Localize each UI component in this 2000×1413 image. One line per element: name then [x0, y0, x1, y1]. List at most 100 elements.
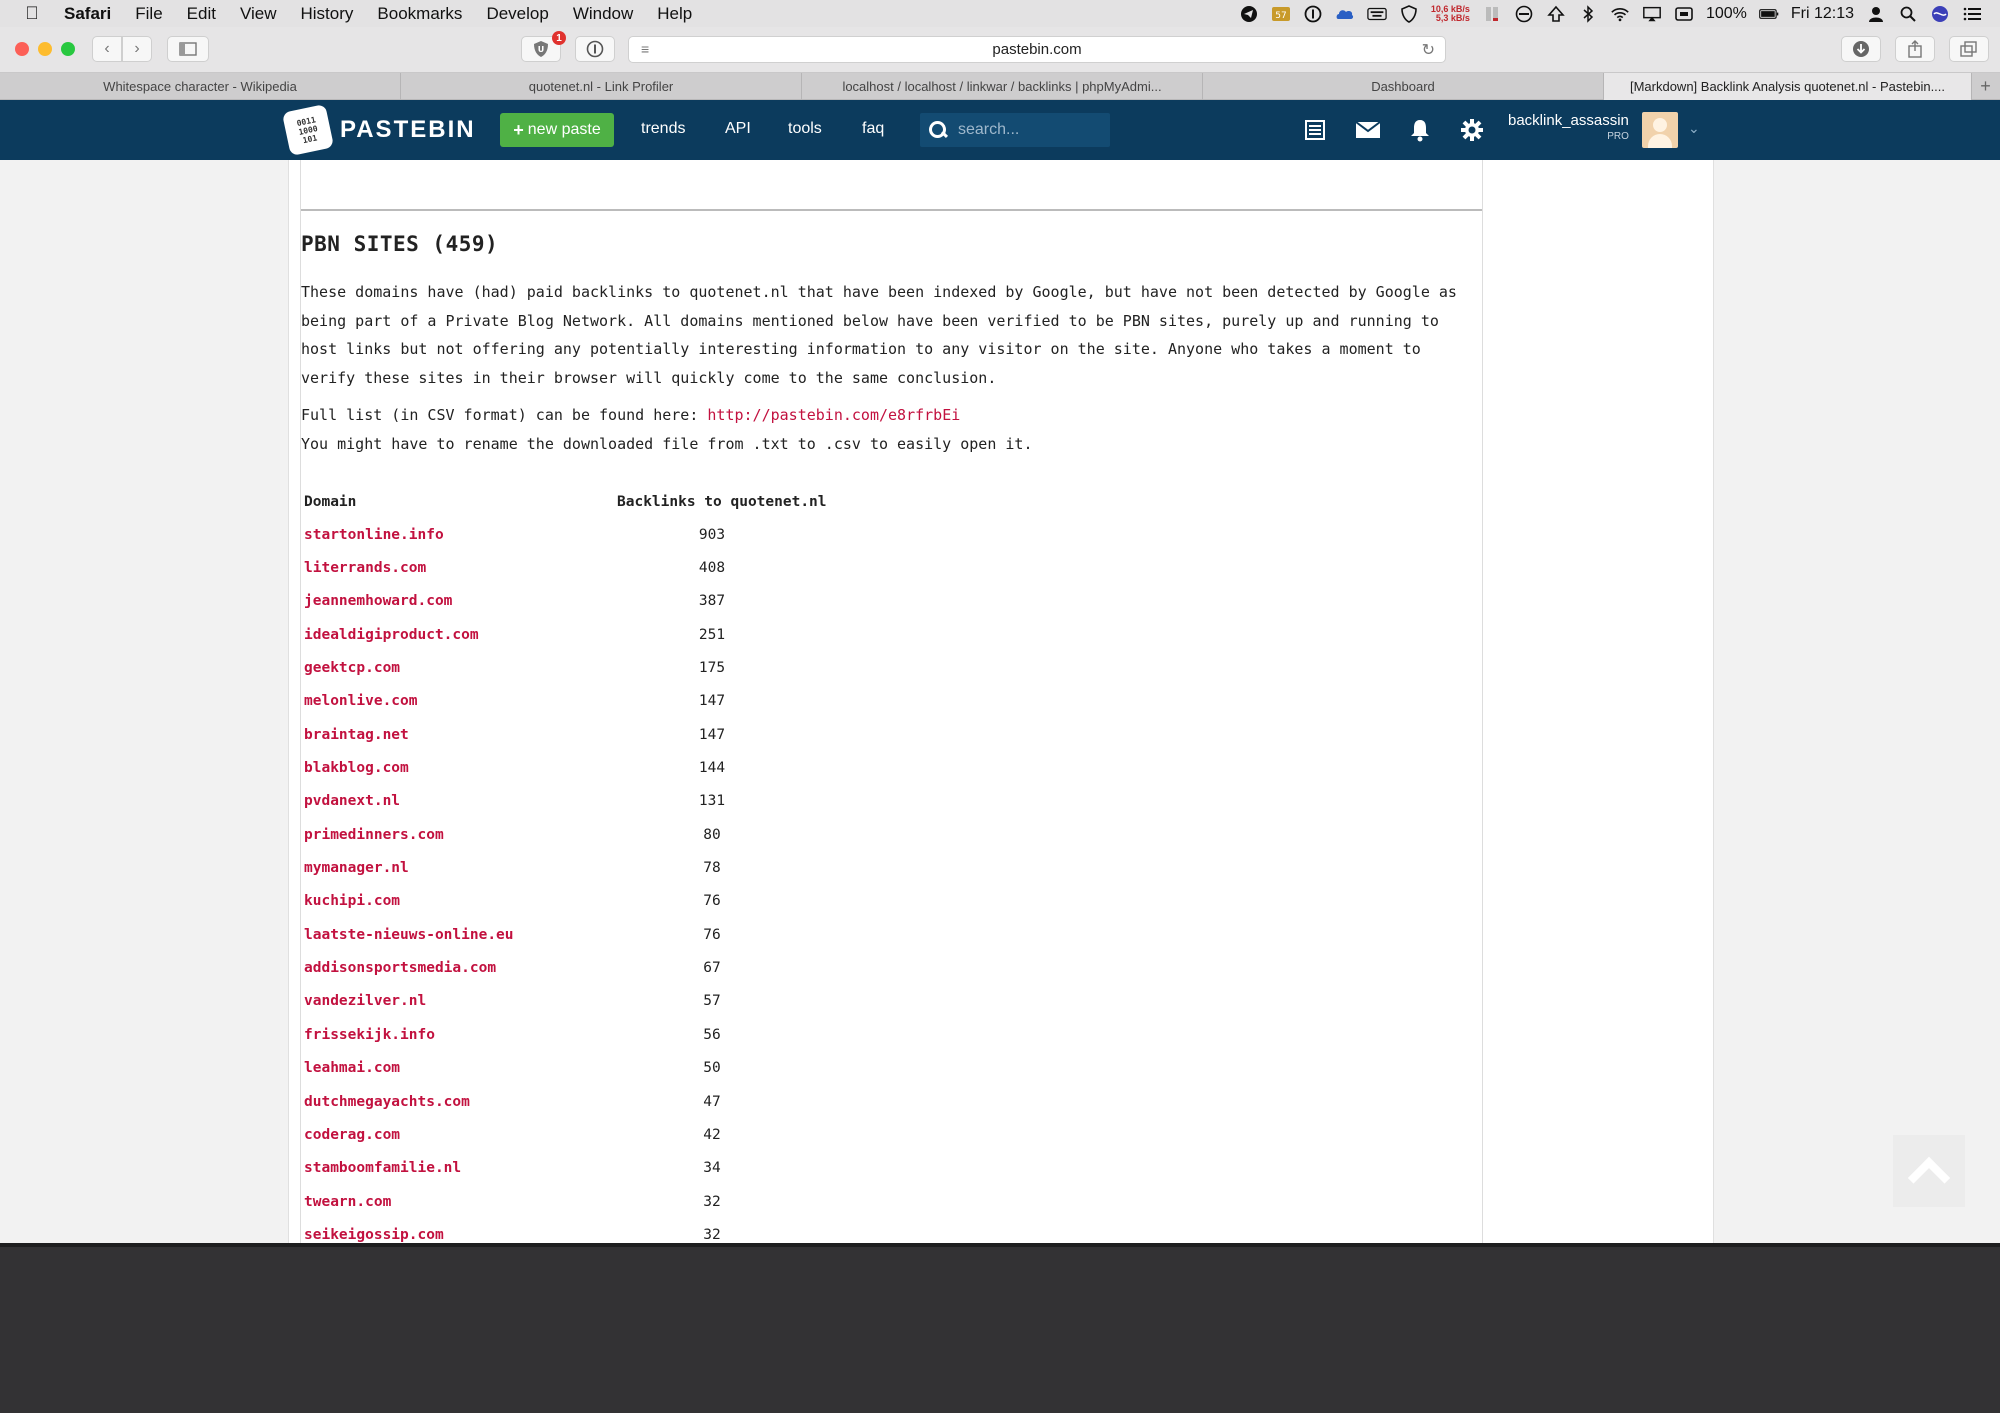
menu-view[interactable]: View — [228, 4, 289, 24]
backlink-count: 34 — [703, 1160, 721, 1177]
domain-link[interactable]: leahmai.com — [304, 1052, 617, 1085]
1password-extension-button[interactable] — [575, 36, 615, 62]
nav-faq[interactable]: faq — [862, 120, 884, 138]
shield-icon[interactable] — [1399, 4, 1419, 24]
bluetooth-icon[interactable] — [1578, 4, 1598, 24]
domain-link[interactable]: coderag.com — [304, 1118, 617, 1151]
reader-view-icon[interactable]: ≡ — [641, 41, 649, 57]
wifi-icon[interactable] — [1610, 4, 1630, 24]
menu-app-safari[interactable]: Safari — [64, 4, 123, 24]
domain-link[interactable]: melonlive.com — [304, 685, 617, 718]
telegram-icon[interactable] — [1239, 4, 1259, 24]
share-button[interactable] — [1895, 36, 1935, 62]
domain-link[interactable]: blakblog.com — [304, 751, 617, 784]
horizontal-rule — [301, 209, 1482, 211]
domain-link[interactable]: idealdigiproduct.com — [304, 618, 617, 651]
new-paste-button[interactable]: + new paste — [500, 113, 614, 147]
reload-icon[interactable]: ↻ — [1422, 40, 1435, 60]
nav-tools[interactable]: tools — [788, 120, 822, 138]
csv-link[interactable]: http://pastebin.com/e8rfrbEi — [707, 406, 960, 424]
1password-icon[interactable] — [1303, 4, 1323, 24]
domain-link[interactable]: braintag.net — [304, 718, 617, 751]
sidebar-toggle-button[interactable] — [167, 36, 209, 62]
cloud-app-icon[interactable] — [1335, 4, 1355, 24]
domain-link[interactable]: dutchmegayachts.com — [304, 1085, 617, 1118]
minimize-window-button[interactable] — [38, 42, 52, 56]
new-tab-plus-icon[interactable]: + — [1972, 73, 1999, 100]
domain-link[interactable]: laatste-nieuws-online.eu — [304, 918, 617, 951]
domain-link[interactable]: jeannemhoward.com — [304, 585, 617, 618]
menu-history[interactable]: History — [289, 4, 366, 24]
domain-link[interactable]: vandezilver.nl — [304, 985, 617, 1018]
table-row: blakblog.com 144 — [304, 751, 877, 784]
domain-link[interactable]: frissekijk.info — [304, 1018, 617, 1051]
plus-icon: + — [513, 119, 524, 140]
chevron-down-icon[interactable]: ⌄ — [1688, 120, 1700, 137]
ublock-extension-button[interactable]: U 1 — [521, 31, 566, 62]
domain-link[interactable]: literrands.com — [304, 551, 617, 584]
menu-develop[interactable]: Develop — [474, 4, 560, 24]
menu-bookmarks[interactable]: Bookmarks — [365, 4, 474, 24]
sketch-icon[interactable]: 57 — [1271, 4, 1291, 24]
user-menu[interactable]: backlink_assassin PRO — [1508, 112, 1629, 142]
menu-window[interactable]: Window — [561, 4, 645, 24]
transmit-icon[interactable] — [1546, 4, 1566, 24]
nav-api[interactable]: API — [725, 120, 751, 138]
notification-center-icon[interactable] — [1962, 4, 1982, 24]
domain-link[interactable]: geektcp.com — [304, 651, 617, 684]
tab-link-profiler[interactable]: quotenet.nl - Link Profiler — [401, 73, 802, 100]
clock[interactable]: Fri 12:13 — [1791, 5, 1854, 23]
display-icon[interactable] — [1674, 4, 1694, 24]
spotlight-icon[interactable] — [1898, 4, 1918, 24]
menu-file[interactable]: File — [123, 4, 174, 24]
domain-link[interactable]: startonline.info — [304, 518, 617, 551]
keyboard-icon[interactable] — [1367, 4, 1387, 24]
table-body: startonline.info 903 literrands.com 408 jean… — [304, 518, 877, 1243]
notifications-bell-icon[interactable] — [1406, 116, 1434, 144]
domain-link[interactable]: stamboomfamilie.nl — [304, 1152, 617, 1185]
svg-text:U: U — [538, 45, 545, 54]
domain-link[interactable]: mymanager.nl — [304, 851, 617, 884]
table-row: primedinners.com 80 — [304, 818, 877, 851]
do-not-disturb-icon[interactable] — [1514, 4, 1534, 24]
activity-bars-icon[interactable] — [1482, 4, 1502, 24]
intro-paragraph: These domains have (had) paid backlinks … — [301, 283, 1457, 387]
domain-link[interactable]: seikeigossip.com — [304, 1218, 617, 1243]
domain-link[interactable]: kuchipi.com — [304, 885, 617, 918]
back-button[interactable]: ‹ — [92, 36, 122, 62]
avatar[interactable] — [1642, 112, 1678, 148]
address-bar[interactable]: ≡ pastebin.com ↻ — [628, 36, 1446, 63]
pastebin-logo[interactable]: 0011 1000 101 PASTEBIN — [281, 103, 476, 157]
sidebar-icon — [179, 42, 197, 56]
backlink-count: 78 — [703, 860, 721, 877]
airplay-icon[interactable] — [1642, 4, 1662, 24]
tab-dashboard[interactable]: Dashboard — [1203, 73, 1604, 100]
downloads-button[interactable] — [1841, 36, 1881, 62]
messages-icon[interactable] — [1354, 116, 1382, 144]
domain-link[interactable]: primedinners.com — [304, 818, 617, 851]
tab-overview-button[interactable] — [1949, 36, 1989, 62]
apple-menu-icon[interactable]:  — [0, 3, 64, 24]
tab-pastebin-active[interactable]: [Markdown] Backlink Analysis quotenet.nl… — [1604, 73, 1972, 100]
battery-icon[interactable] — [1759, 4, 1779, 24]
domain-link[interactable]: addisonsportsmedia.com — [304, 951, 617, 984]
search-input[interactable]: search... — [920, 113, 1110, 147]
domain-link[interactable]: twearn.com — [304, 1185, 617, 1218]
tab-wikipedia[interactable]: Whitespace character - Wikipedia — [0, 73, 401, 100]
backlink-count: 80 — [703, 826, 721, 843]
menu-help[interactable]: Help — [645, 4, 704, 24]
tab-phpmyadmin[interactable]: localhost / localhost / linkwar / backli… — [802, 73, 1203, 100]
settings-gear-icon[interactable] — [1458, 116, 1486, 144]
scroll-to-top-button[interactable] — [1893, 1135, 1965, 1207]
zoom-window-button[interactable] — [61, 42, 75, 56]
table-row: literrands.com 408 — [304, 551, 877, 584]
siri-icon[interactable] — [1930, 4, 1950, 24]
menu-edit[interactable]: Edit — [175, 4, 228, 24]
my-pastes-icon[interactable] — [1301, 116, 1329, 144]
forward-button[interactable]: › — [122, 36, 152, 62]
username: backlink_assassin — [1508, 112, 1629, 129]
close-window-button[interactable] — [15, 42, 29, 56]
user-icon[interactable] — [1866, 4, 1886, 24]
domain-link[interactable]: pvdanext.nl — [304, 785, 617, 818]
nav-trends[interactable]: trends — [641, 120, 685, 138]
